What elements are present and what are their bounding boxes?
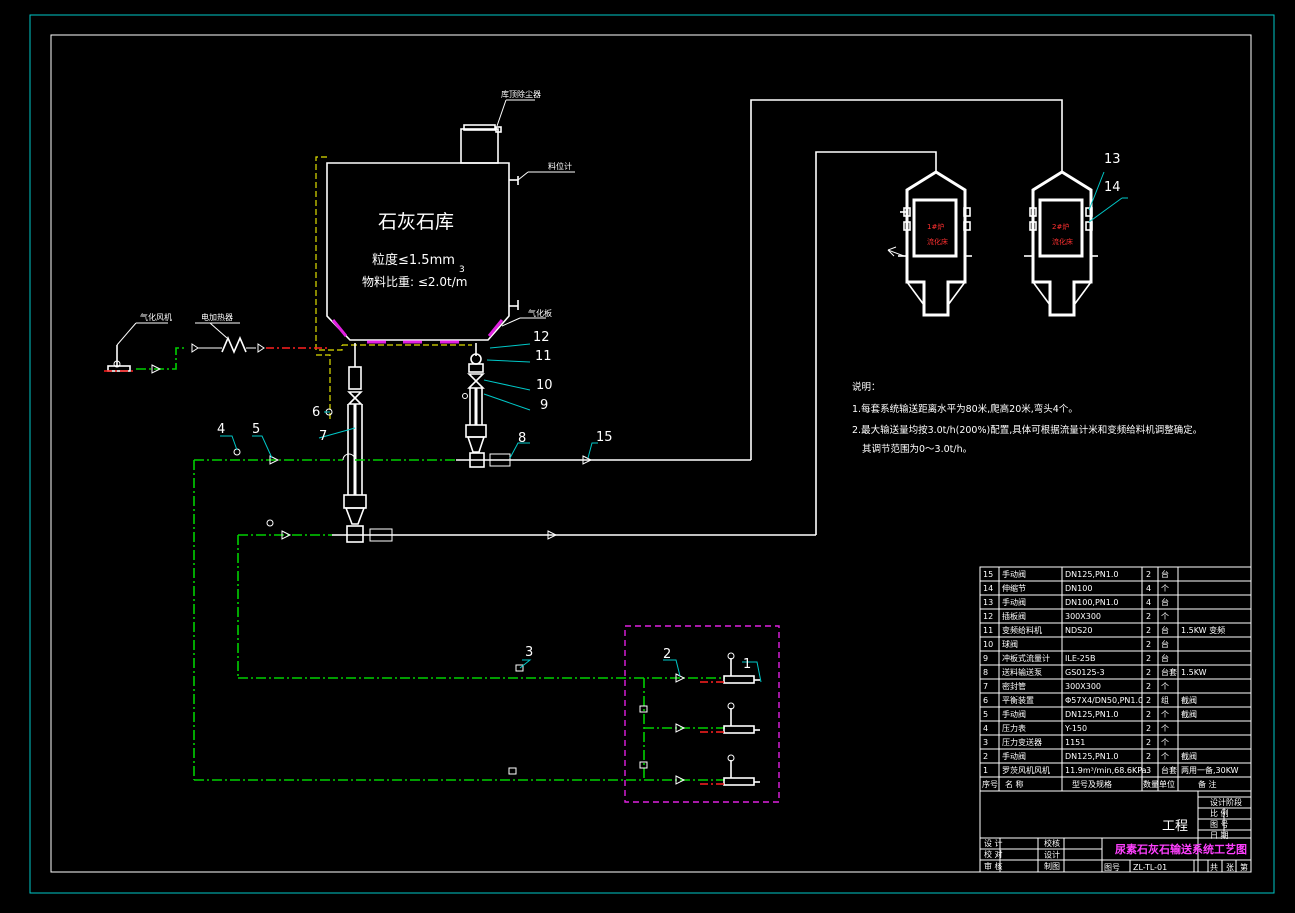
page-num: 第 — [1240, 862, 1248, 872]
notes-heading: 说明： — [852, 381, 881, 393]
drawing-no-label: 图号 — [1104, 863, 1120, 872]
callout-9: 9 — [540, 398, 548, 413]
drawing-no: ZL-TL-01 — [1133, 863, 1167, 872]
notes-line-2: 2.最大输送量均按3.0t/h(200%)配置,具体可根据流量计米和变频给料机调… — [852, 424, 1202, 436]
callout-7: 7 — [319, 429, 327, 444]
callout-2: 2 — [663, 647, 671, 662]
callout-1: 1 — [743, 657, 751, 672]
callout-13: 13 — [1104, 152, 1121, 167]
furnace-2-label: 2#炉 — [1052, 222, 1069, 231]
page-total: 共 — [1210, 863, 1218, 872]
notes-line-1: 1.每套系统输送距离水平为80米,爬高20米,弯头4个。 — [852, 403, 1078, 415]
text-layer: 石灰石库 粒度≤1.5mm 物料比重: ≤2.0t/m 3 库顶除尘器 料位计 … — [140, 89, 1248, 872]
drawing-title: 尿素石灰石输送系统工艺图 — [1115, 842, 1247, 856]
callout-6: 6 — [312, 405, 320, 420]
furnace-1-label: 1#炉 — [927, 222, 944, 231]
furnace-2-sub: 流化床 — [1052, 237, 1073, 246]
callout-8: 8 — [518, 431, 526, 446]
callout-11: 11 — [535, 349, 552, 364]
callout-14: 14 — [1104, 180, 1121, 195]
callout-10: 10 — [536, 378, 553, 393]
silo-spec-density: 物料比重: ≤2.0t/m — [362, 275, 467, 289]
level-meter-label: 料位计 — [548, 161, 572, 171]
page-sheet: 张 — [1226, 863, 1234, 872]
callout-5: 5 — [252, 422, 260, 437]
callout-12: 12 — [533, 330, 550, 345]
dust-collector-label: 库顶除尘器 — [501, 89, 541, 99]
callout-4: 4 — [217, 422, 225, 437]
heater-label: 电加热器 — [201, 312, 233, 322]
furnace-1-sub: 流化床 — [927, 237, 948, 246]
callout-3: 3 — [525, 645, 533, 660]
callout-15: 15 — [596, 430, 613, 445]
silo-spec-granularity: 粒度≤1.5mm — [372, 252, 455, 268]
notes-line-3: 其调节范围为0～3.0t/h。 — [862, 443, 972, 455]
silo-spec-density-sup: 3 — [459, 265, 465, 275]
aeration-plate-label: 气化板 — [528, 308, 552, 318]
blower-label: 气化风机 — [140, 312, 172, 322]
silo-title: 石灰石库 — [378, 211, 454, 233]
project-label: 工程 — [1162, 819, 1188, 834]
